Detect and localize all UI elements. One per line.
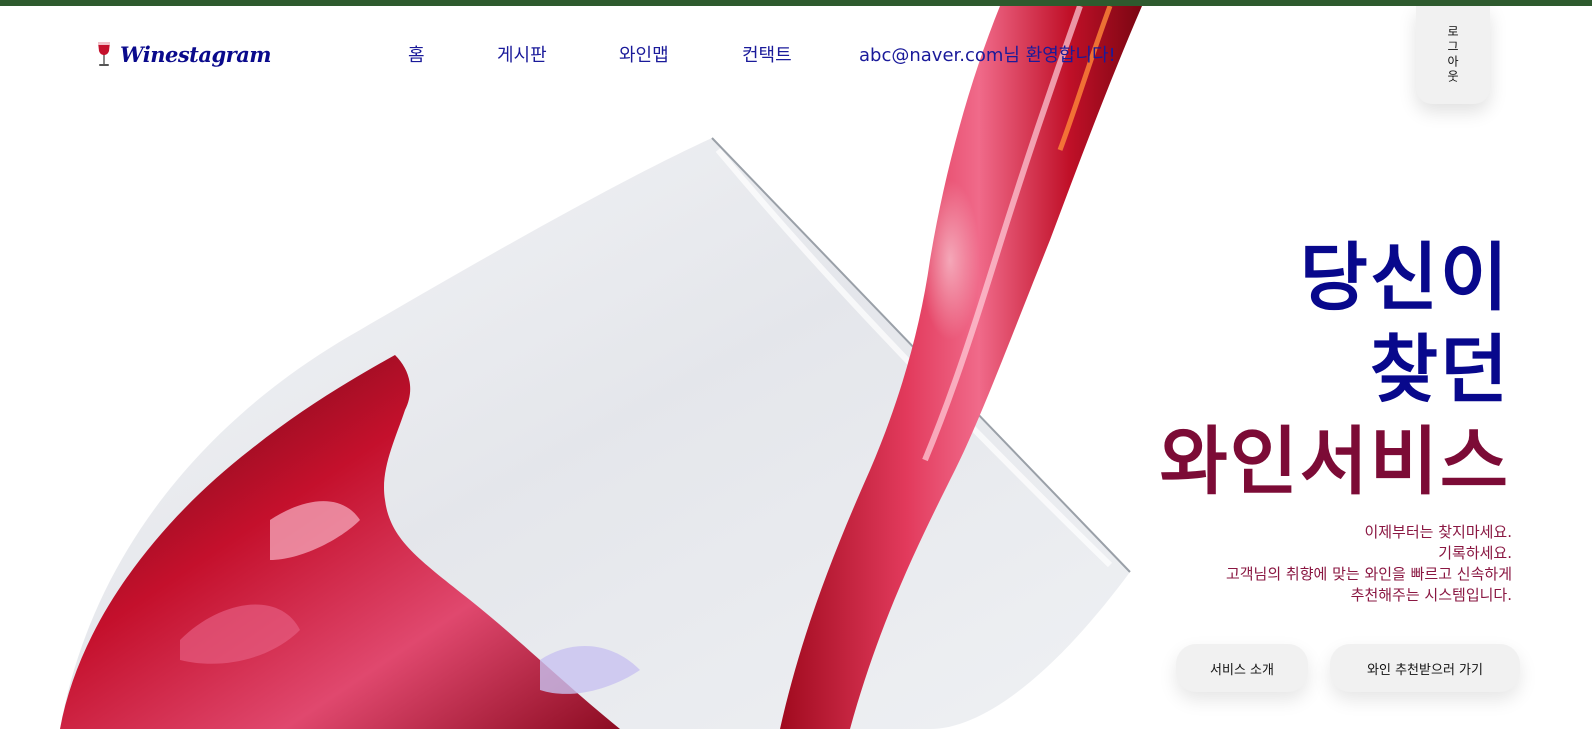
- logo-text: Winestagram: [120, 41, 272, 67]
- welcome-message: abc@naver.com님 환영합니다!: [859, 45, 1116, 66]
- subcopy-line-1: 이제부터는 찾지마세요.: [1364, 523, 1512, 541]
- top-accent-bar: [0, 0, 1592, 6]
- page: Winestagram 홈 게시판 와인맵 컨택트 abc@naver.com님…: [0, 0, 1592, 729]
- headline-line-3: 와인서비스: [1159, 419, 1510, 505]
- subcopy-line-3: 고객님의 취향에 맞는 와인을 빠르고 신속하게: [1225, 565, 1512, 583]
- wine-recommend-button[interactable]: 와인 추천받으러 가기: [1330, 644, 1520, 692]
- service-intro-label: 서비스 소개: [1210, 662, 1274, 678]
- wine-glass-icon: [98, 42, 110, 66]
- subcopy-line-4: 추천해주는 시스템입니다.: [1350, 586, 1512, 604]
- wine-recommend-label: 와인 추천받으러 가기: [1367, 662, 1483, 678]
- logout-button[interactable]: 로그아웃: [1416, 6, 1490, 104]
- site-logo[interactable]: Winestagram: [94, 40, 272, 68]
- subcopy-line-2: 기록하세요.: [1438, 544, 1512, 562]
- hero-subcopy: 이제부터는 찾지마세요. 기록하세요. 고객님의 취향에 맞는 와인을 빠르고 …: [1226, 522, 1512, 606]
- hero-headline: 당신이 찾던 와인서비스: [1160, 232, 1510, 508]
- service-intro-button[interactable]: 서비스 소개: [1176, 644, 1308, 692]
- nav-home[interactable]: 홈: [408, 41, 425, 67]
- nav-contact[interactable]: 컨택트: [742, 41, 792, 67]
- nav-board[interactable]: 게시판: [497, 41, 547, 67]
- headline-line-1: 당신이: [1299, 235, 1510, 321]
- headline-line-2: 찾던: [1369, 327, 1510, 413]
- nav-wine-map[interactable]: 와인맵: [619, 41, 669, 67]
- logout-label: 로그아웃: [1445, 25, 1460, 85]
